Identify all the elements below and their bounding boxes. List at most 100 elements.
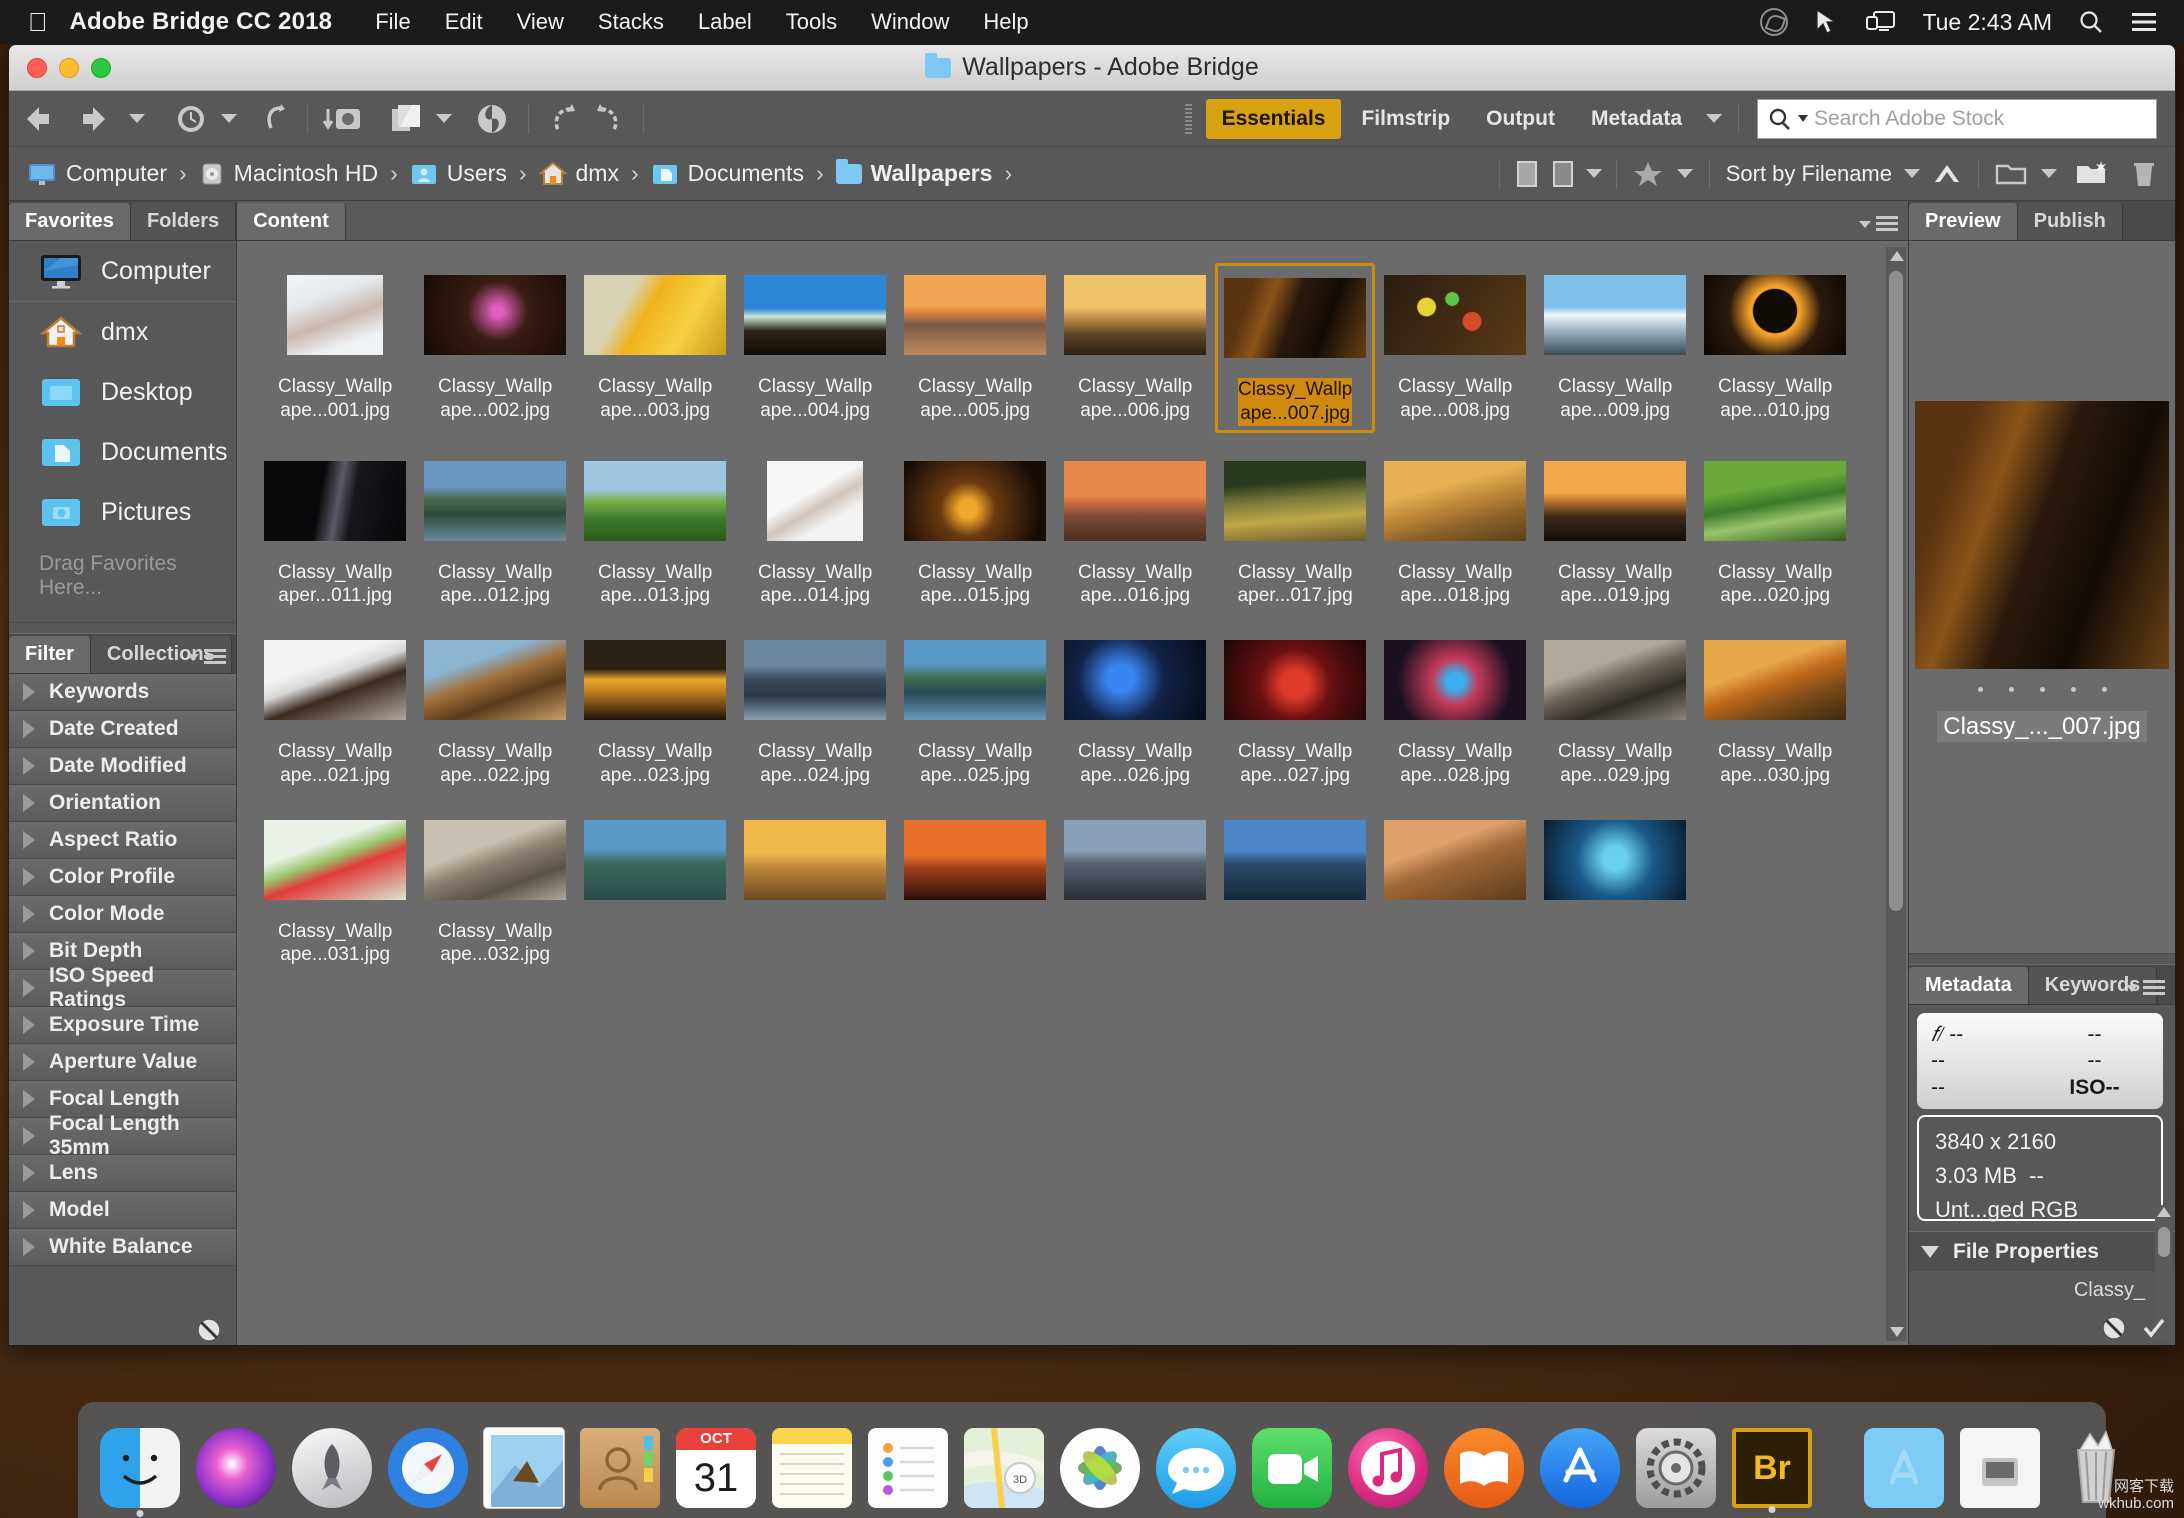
thumbnail-cell[interactable] xyxy=(1375,808,1535,972)
menu-view[interactable]: View xyxy=(500,9,581,35)
dock-item-siri[interactable] xyxy=(196,1428,276,1508)
thumbnail-cell[interactable]: Classy_Wallp ape...016.jpg xyxy=(1055,449,1215,613)
thumbnail-cell[interactable]: Classy_Wallp ape...010.jpg xyxy=(1695,263,1855,433)
thumbnail-grid[interactable]: Classy_Wallp ape...001.jpg Classy_Wallp ape… xyxy=(237,241,1908,1345)
page-dot[interactable] xyxy=(2101,687,2107,692)
page-dot[interactable] xyxy=(2008,687,2014,692)
filter-item-aspect-ratio[interactable]: Aspect Ratio xyxy=(9,822,237,859)
back-arrow-icon[interactable] xyxy=(23,103,63,135)
filter-item-orientation[interactable]: Orientation xyxy=(9,785,237,822)
breadcrumb-users[interactable]: Users xyxy=(410,160,507,187)
thumbnail-image[interactable] xyxy=(1544,275,1687,355)
thumbnail-cell[interactable] xyxy=(1535,808,1695,972)
thumbnail-cell[interactable]: Classy_Wallp ape...023.jpg xyxy=(575,628,735,792)
thumbnail-image[interactable] xyxy=(1064,275,1207,355)
thumbnail-cell[interactable]: Classy_Wallp ape...003.jpg xyxy=(575,263,735,433)
apply-edit-icon[interactable] xyxy=(2141,1315,2167,1341)
scroll-up-icon[interactable] xyxy=(2157,1207,2171,1217)
open-recent-dropdown-icon[interactable] xyxy=(436,114,452,123)
dock-item-facetime[interactable] xyxy=(1252,1428,1332,1508)
thumbnail-image[interactable] xyxy=(1224,278,1367,358)
menu-label[interactable]: Label xyxy=(681,9,769,35)
thumbnail-cell[interactable]: Classy_Wallp ape...018.jpg xyxy=(1375,449,1535,613)
rotate-clockwise-icon[interactable] xyxy=(589,101,629,137)
favorite-item-pictures[interactable]: Pictures xyxy=(9,482,236,542)
thumbnail-cell[interactable] xyxy=(895,808,1055,972)
thumbnail-cell[interactable]: Classy_Wallp ape...024.jpg xyxy=(735,628,895,792)
thumbnail-image[interactable] xyxy=(904,819,1047,900)
thumbnail-cell[interactable]: Classy_Wallp ape...032.jpg xyxy=(415,808,575,972)
thumbnail-cell[interactable]: Classy_Wallp aper...011.jpg xyxy=(255,449,415,613)
navigation-dropdown-icon[interactable] xyxy=(129,114,145,123)
thumbnail-image[interactable] xyxy=(744,640,887,720)
tab-preview[interactable]: Preview xyxy=(1909,203,2018,240)
breadcrumb-dmx[interactable]: dmx xyxy=(538,160,619,187)
thumbnail-cell[interactable]: Classy_Wallp ape...015.jpg xyxy=(895,449,1055,613)
thumbnail-cell[interactable] xyxy=(735,808,895,972)
dock-item-reminders[interactable] xyxy=(868,1428,948,1508)
thumbnail-image[interactable] xyxy=(1704,640,1847,720)
favorite-item-computer[interactable]: Computer xyxy=(9,241,237,302)
dock-item-mail[interactable] xyxy=(484,1428,564,1508)
thumbnail-image[interactable] xyxy=(584,275,727,355)
workspace-essentials[interactable]: Essentials xyxy=(1205,98,1342,139)
thumbnail-image[interactable] xyxy=(424,460,567,541)
thumbnail-image[interactable] xyxy=(1544,819,1687,900)
content-panel-menu[interactable] xyxy=(1859,216,1898,232)
thumbnail-cell[interactable] xyxy=(1215,808,1375,972)
thumbnail-cell[interactable]: Classy_Wallp ape...027.jpg xyxy=(1215,628,1375,792)
thumbnail-image[interactable] xyxy=(424,819,567,900)
thumbnail-cell-selected[interactable]: Classy_Wallp ape...007.jpg xyxy=(1215,263,1376,433)
thumbnail-image[interactable] xyxy=(904,460,1047,541)
thumbnail-image[interactable] xyxy=(287,275,384,355)
breadcrumb-documents[interactable]: Documents xyxy=(651,160,804,187)
thumbnail-quality-icon[interactable] xyxy=(1514,159,1540,189)
filter-item-date-modified[interactable]: Date Modified xyxy=(9,748,237,785)
thumbnail-image[interactable] xyxy=(1544,460,1687,541)
thumbnail-cell[interactable]: Classy_Wallp ape...013.jpg xyxy=(575,449,735,613)
scrollbar-thumb[interactable] xyxy=(1889,271,1903,911)
thumbnail-image[interactable] xyxy=(1064,640,1207,720)
thumbnail-cell[interactable]: Classy_Wallp ape...019.jpg xyxy=(1535,449,1695,613)
thumbnail-cell[interactable]: Classy_Wallp ape...005.jpg xyxy=(895,263,1055,433)
filter-item-white-balance[interactable]: White Balance xyxy=(9,1229,237,1266)
filter-item-color-mode[interactable]: Color Mode xyxy=(9,896,237,933)
thumbnail-image[interactable] xyxy=(1224,819,1367,900)
thumbnail-cell[interactable]: Classy_Wallp ape...020.jpg xyxy=(1695,449,1855,613)
cancel-edit-icon[interactable] xyxy=(2101,1315,2127,1341)
thumbnail-cell[interactable]: Classy_Wallp aper...017.jpg xyxy=(1215,449,1375,613)
quality-dropdown-icon[interactable] xyxy=(1585,169,1602,178)
new-folder-icon[interactable] xyxy=(2075,159,2109,189)
thumbnail-image[interactable] xyxy=(1064,460,1207,541)
chevron-down-icon[interactable] xyxy=(1706,114,1722,123)
thumbnail-image[interactable] xyxy=(904,275,1047,355)
thumbnail-image[interactable] xyxy=(1384,640,1527,720)
creative-cloud-icon[interactable] xyxy=(1760,8,1789,36)
dock-item-ibooks[interactable] xyxy=(1444,1428,1524,1508)
sort-by-label[interactable]: Sort by Filename xyxy=(1726,161,1892,187)
control-center-icon[interactable] xyxy=(2130,10,2158,34)
favorite-item-desktop[interactable]: Desktop xyxy=(9,362,236,422)
spotlight-search-icon[interactable] xyxy=(2078,9,2104,35)
filter-item-date-created[interactable]: Date Created xyxy=(9,711,237,748)
content-scrollbar[interactable] xyxy=(1886,247,1906,1341)
thumbnail-image[interactable] xyxy=(1224,640,1367,720)
menu-tools[interactable]: Tools xyxy=(769,9,854,35)
dock-item-itunes[interactable] xyxy=(1348,1428,1428,1508)
thumbnail-image[interactable] xyxy=(1704,460,1847,541)
page-dot[interactable] xyxy=(1977,687,1983,692)
apple-menu-icon[interactable]:  xyxy=(0,9,70,35)
thumbnail-cell[interactable]: Classy_Wallp ape...014.jpg xyxy=(735,449,895,613)
thumbnail-image[interactable] xyxy=(584,460,727,541)
tab-filter[interactable]: Filter xyxy=(9,636,91,673)
filter-item-model[interactable]: Model xyxy=(9,1192,237,1229)
trash-icon[interactable] xyxy=(2131,159,2157,189)
filter-item-focal-length-35mm[interactable]: Focal Length 35mm xyxy=(9,1112,237,1159)
workspace-output[interactable]: Output xyxy=(1470,99,1571,139)
tab-metadata[interactable]: Metadata xyxy=(1909,967,2029,1004)
filter-item-exposure-time[interactable]: Exposure Time xyxy=(9,1007,237,1044)
thumbnail-cell[interactable]: Classy_Wallp ape...030.jpg xyxy=(1695,628,1855,792)
recent-dropdown-icon[interactable] xyxy=(221,114,237,123)
thumbnail-cell[interactable] xyxy=(1055,808,1215,972)
clear-filter-icon[interactable] xyxy=(196,1317,222,1343)
